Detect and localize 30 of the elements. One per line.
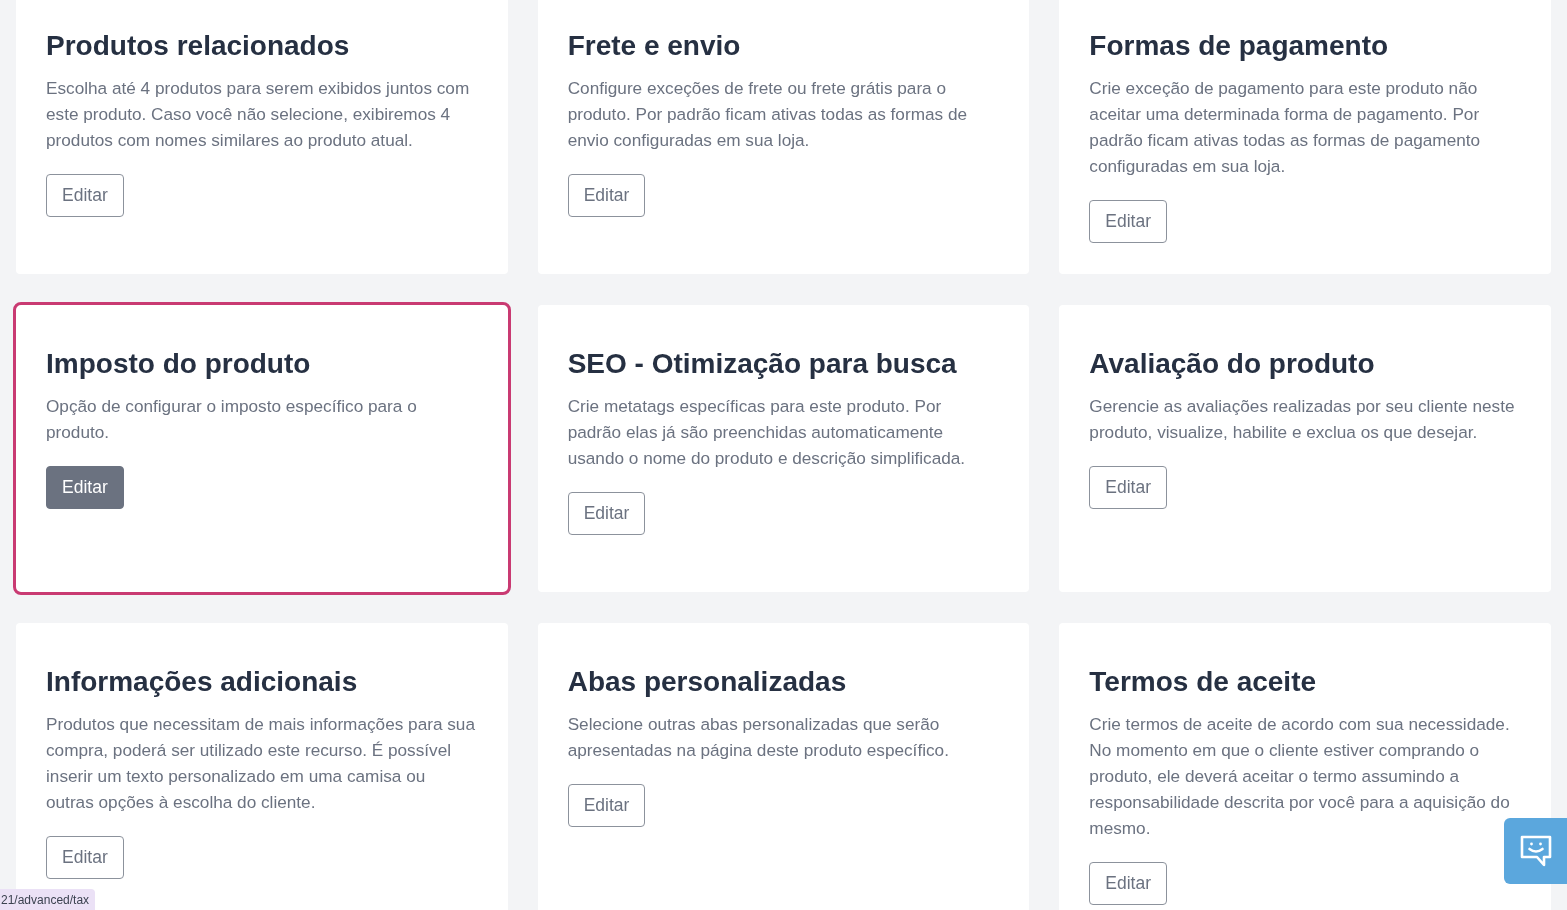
edit-button[interactable]: Editar (567, 784, 646, 827)
edit-button[interactable]: Editar (567, 492, 646, 535)
edit-button[interactable]: Editar (1089, 466, 1168, 509)
card-description: Opção de configurar o imposto específico para o produto. (46, 395, 418, 444)
card-description: Gerencie as avaliações realizadas por seu cliente neste produto, visualize, habilite e exclua os que desejar. (1089, 395, 1516, 444)
card-title: Avaliação do produto (1089, 347, 1375, 381)
status-url: 21/advanced/tax (0, 889, 96, 910)
card-description: Configure exceções de frete ou frete grátis para o produto. Por padrão ficam ativas todas as formas de envio configuradas em sua loja. (567, 77, 968, 152)
card-title: SEO - Otimização para busca (567, 347, 957, 381)
card-description: Crie exceção de pagamento para este produto não aceitar uma determinada forma de pagamento. Por padrão ficam ativas todas as formas de pagamento configuradas em sua loja. (1089, 77, 1482, 178)
card-description: Produtos que necessitam de mais informações para sua compra, poderá ser utilizado este recurso. É possível inserir um texto personalizado em uma camisa ou outras opções à escolha do cliente. (46, 713, 476, 814)
card-description: Crie metatags específicas para este produto. Por padrão elas já são preenchidas automaticamente usando o nome do produto e descrição simplificada. (567, 395, 967, 470)
card-description: Selecione outras abas personalizadas que serão apresentadas na página deste produto específico. (567, 713, 950, 762)
card-description: Escolha até 4 produtos para serem exibidos juntos com este produto. Caso você não selecione, exibiremos 4 produtos com nomes similares ao produto atual. (46, 77, 471, 152)
card-title: Frete e envio (567, 29, 741, 63)
edit-button[interactable]: Editar (46, 836, 124, 879)
card-title: Formas de pagamento (1089, 29, 1389, 63)
edit-button[interactable]: Editar (46, 466, 124, 509)
card-description: Crie termos de aceite de acordo com sua necessidade. No momento em que o cliente estiver comprando o produto, ele deverá aceitar o termo assumindo a responsabilidade descrita por você para a aquisição do mesmo. (1089, 713, 1511, 840)
card-title: Produtos relacionados (46, 29, 350, 63)
chat-button[interactable] (1504, 818, 1567, 884)
edit-button[interactable]: Editar (1089, 862, 1168, 905)
smiley-speech-bubble-icon (1519, 835, 1552, 867)
card-title: Abas personalizadas (567, 665, 847, 699)
edit-button[interactable]: Editar (46, 174, 124, 217)
edit-button[interactable]: Editar (1089, 200, 1168, 243)
card-title: Informações adicionais (46, 665, 358, 699)
card-title: Termos de aceite (1089, 665, 1317, 699)
card-title: Imposto do produto (46, 347, 311, 381)
edit-button[interactable]: Editar (567, 174, 646, 217)
